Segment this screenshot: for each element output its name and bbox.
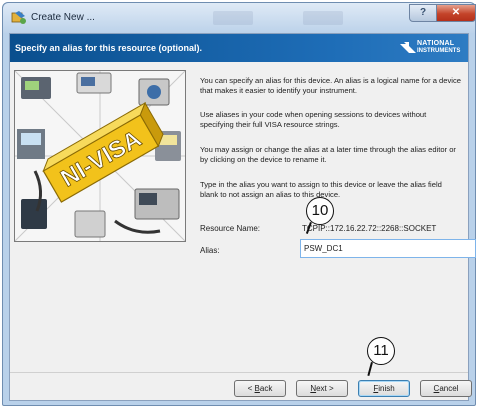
close-button[interactable]: ✕	[436, 4, 476, 22]
resource-name-value: TCPIP::172.16.22.72::2268::SOCKET	[302, 224, 437, 233]
step-callout-10: 10	[306, 197, 334, 225]
create-new-dialog: Create New ... ? ✕ Specify an alias for …	[2, 2, 476, 406]
step-callout-11: 11	[367, 337, 395, 365]
dialog-body: Specify an alias for this resource (opti…	[9, 33, 476, 401]
title-bar-reflection	[213, 11, 253, 25]
alias-label: Alias:	[200, 246, 220, 255]
instruments-collage-icon: NI-VISA	[15, 71, 185, 241]
description-paragraph: Type in the alias you want to assign to …	[200, 180, 442, 199]
back-button-label: ack	[259, 384, 273, 393]
help-icon: ?	[419, 7, 427, 18]
help-button[interactable]: ?	[409, 4, 437, 22]
cancel-button-label: ancel	[439, 384, 459, 393]
next-button[interactable]: Next >	[296, 380, 348, 397]
alias-input[interactable]	[300, 239, 476, 258]
next-button-label: ext >	[316, 384, 334, 393]
window-title: Create New ...	[31, 12, 95, 23]
description-paragraph: You may assign or change the alias at a …	[200, 145, 456, 164]
resource-name-label: Resource Name:	[200, 224, 261, 233]
back-button-prefix: <	[247, 384, 255, 393]
finish-button-label: inish	[378, 384, 395, 393]
description-paragraph: You can specify an alias for this device…	[200, 76, 462, 95]
visa-app-icon	[11, 11, 26, 24]
wizard-step-title: Specify an alias for this resource (opti…	[15, 43, 203, 53]
description-paragraph: Use aliases in your code when opening se…	[200, 110, 427, 129]
footer-divider	[10, 372, 468, 373]
wizard-header: Specify an alias for this resource (opti…	[10, 34, 468, 62]
ni-eagle-icon	[400, 42, 416, 53]
national-instruments-logo: NATIONAL INSTRUMENTS	[400, 39, 466, 57]
finish-button[interactable]: Finish	[358, 380, 410, 397]
back-button[interactable]: < Back	[234, 380, 286, 397]
title-bar[interactable]: Create New ... ? ✕	[3, 3, 476, 33]
title-bar-reflection	[303, 11, 343, 25]
close-icon: ✕	[451, 7, 461, 18]
ni-visa-illustration: NI-VISA	[14, 70, 186, 242]
cancel-button[interactable]: Cancel	[420, 380, 472, 397]
logo-line1: NATIONAL	[417, 40, 455, 47]
logo-line2: INSTRUMENTS	[417, 48, 461, 54]
